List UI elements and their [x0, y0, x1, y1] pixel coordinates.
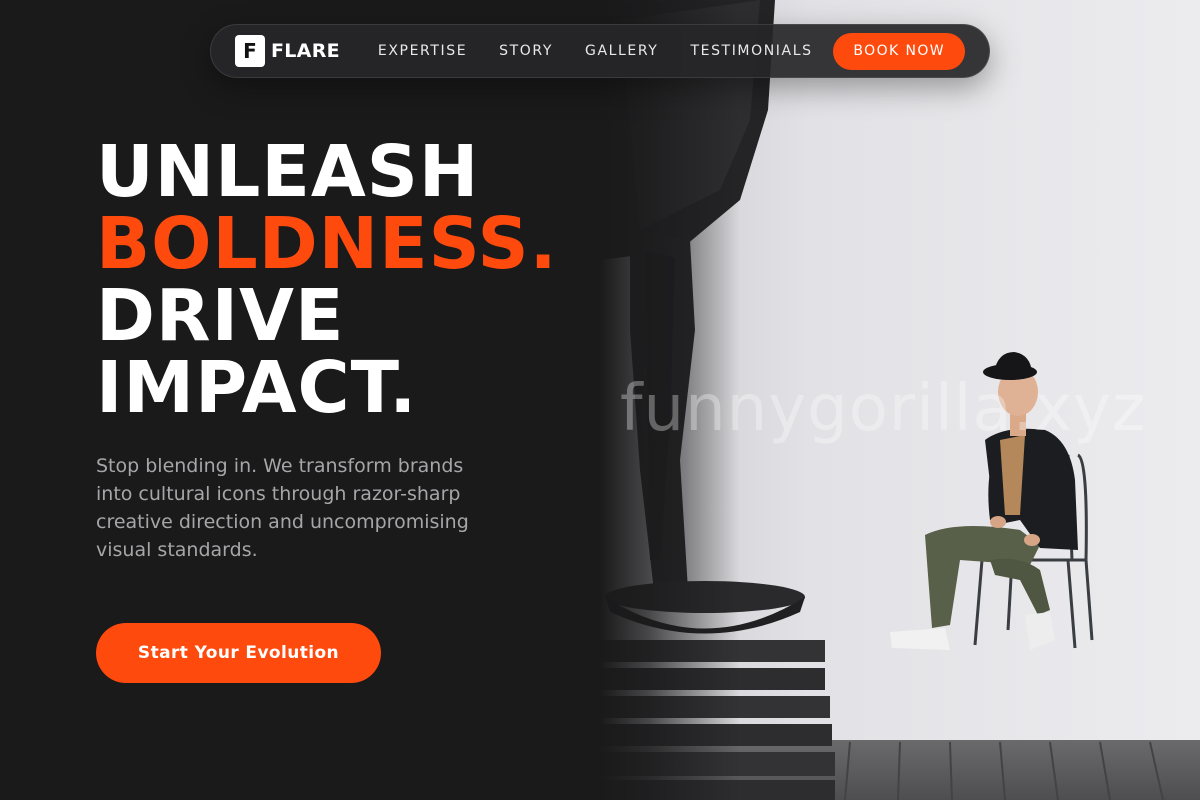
hero-headline: UNLEASH BOLDNESS. DRIVE IMPACT.: [96, 136, 616, 424]
brand-logo[interactable]: F FLARE: [235, 35, 340, 67]
nav-link-testimonials[interactable]: TESTIMONIALS: [690, 43, 812, 59]
watermark-text: funnygorilla.xyz: [620, 372, 1147, 446]
nav-link-expertise[interactable]: EXPERTISE: [378, 43, 467, 59]
logo-mark-icon: F: [235, 35, 265, 67]
landing-page: funnygorilla.xyz F FLARE EXPERTISE STORY…: [0, 0, 1200, 800]
start-evolution-button[interactable]: Start Your Evolution: [96, 623, 381, 683]
nav-link-gallery[interactable]: GALLERY: [585, 43, 658, 59]
brand-name: FLARE: [271, 40, 340, 62]
hero-subtitle: Stop blending in. We transform brands in…: [96, 455, 469, 561]
hero-section: UNLEASH BOLDNESS. DRIVE IMPACT. Stop ble…: [96, 136, 616, 683]
nav-link-story[interactable]: STORY: [499, 43, 553, 59]
headline-line-3: DRIVE: [96, 274, 345, 357]
nav-links: EXPERTISE STORY GALLERY TESTIMONIALS: [378, 43, 813, 59]
top-navbar: F FLARE EXPERTISE STORY GALLERY TESTIMON…: [210, 24, 990, 78]
headline-line-4: IMPACT.: [96, 346, 418, 429]
headline-line-1: UNLEASH: [96, 130, 480, 213]
headline-line-2-accent: BOLDNESS.: [96, 202, 558, 285]
book-now-button[interactable]: BOOK NOW: [833, 32, 965, 70]
